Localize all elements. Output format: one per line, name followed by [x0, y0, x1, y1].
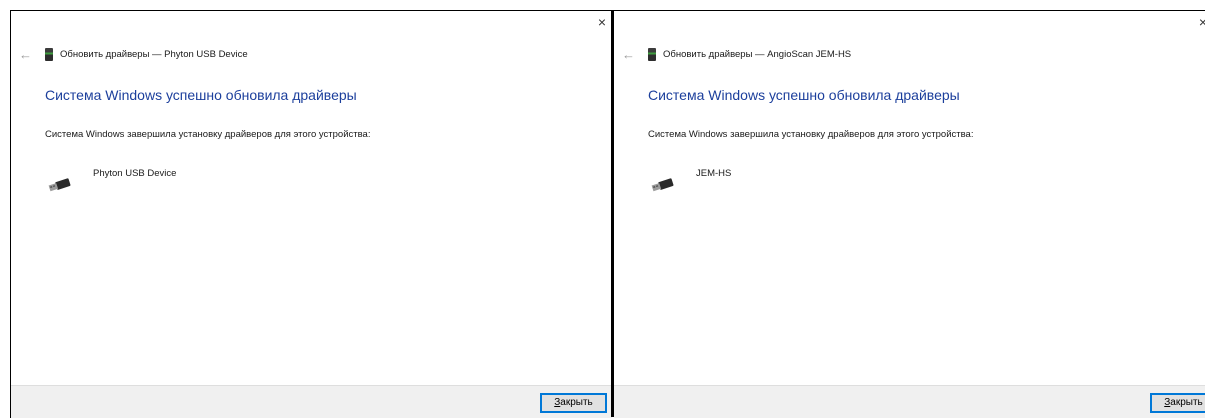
- device-name: JEM-HS: [696, 168, 732, 179]
- close-button-label: акрыть: [560, 397, 593, 408]
- update-drivers-window-right: × ← Обновить драйверы — AngioScan JEM-HS…: [614, 10, 1205, 418]
- usb-connector-icon: [48, 178, 71, 192]
- window-title: Обновить драйверы — AngioScan JEM-HS: [663, 48, 852, 60]
- close-button[interactable]: Закрыть: [1150, 393, 1205, 413]
- window-title: Обновить драйверы — Phyton USB Device: [60, 48, 248, 60]
- success-headline: Система Windows успешно обновила драйвер…: [45, 87, 357, 103]
- close-icon[interactable]: ×: [1199, 13, 1205, 31]
- title-bar: ← Обновить драйверы — Phyton USB Device: [19, 45, 248, 63]
- update-drivers-window-left: × ← Обновить драйверы — Phyton USB Devic…: [10, 10, 612, 418]
- install-message: Система Windows завершила установку драй…: [648, 129, 974, 140]
- device-entry: JEM-HS: [650, 168, 731, 194]
- usb-connector-icon: [651, 178, 674, 192]
- back-arrow-icon[interactable]: ←: [622, 47, 642, 62]
- close-icon[interactable]: ×: [598, 13, 606, 31]
- top-margin: [0, 0, 1205, 10]
- dialog-footer: Закрыть: [11, 385, 612, 418]
- install-message: Система Windows завершила установку драй…: [45, 129, 371, 140]
- title-bar: ← Обновить драйверы — AngioScan JEM-HS: [622, 45, 851, 63]
- dialog-footer: Закрыть: [614, 385, 1205, 418]
- usb-device-icon: [45, 47, 53, 61]
- close-button-label: акрыть: [1170, 397, 1203, 408]
- device-name: Phyton USB Device: [93, 168, 177, 179]
- close-button[interactable]: Закрыть: [540, 393, 607, 413]
- device-entry: Phyton USB Device: [47, 168, 176, 194]
- back-arrow-icon[interactable]: ←: [19, 47, 39, 62]
- success-headline: Система Windows успешно обновила драйвер…: [648, 87, 960, 103]
- usb-device-icon: [648, 47, 656, 61]
